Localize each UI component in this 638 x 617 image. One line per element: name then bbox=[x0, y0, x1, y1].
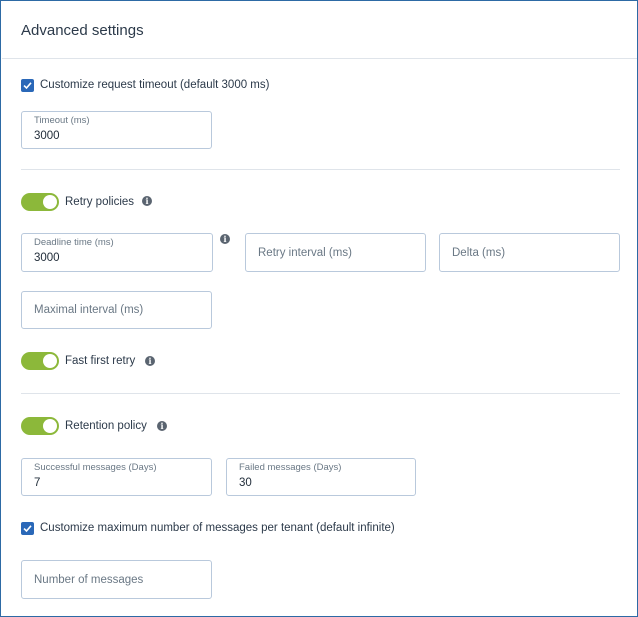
retention-policy-label: Retention policy bbox=[65, 420, 147, 432]
failed-messages-field-label: Failed messages (Days) bbox=[239, 462, 342, 473]
customize-max-messages-label: Customize maximum number of messages per… bbox=[40, 522, 395, 534]
retry-interval-field[interactable]: Retry interval (ms) bbox=[245, 233, 426, 272]
successful-messages-field[interactable]: Successful messages (Days) 7 bbox=[21, 458, 212, 496]
info-icon[interactable]: i bbox=[220, 234, 230, 244]
deadline-time-field[interactable]: Deadline time (ms) 3000 bbox=[21, 233, 213, 272]
info-icon[interactable]: i bbox=[145, 356, 155, 366]
retry-policies-label: Retry policies bbox=[65, 196, 135, 208]
timeout-field-value: 3000 bbox=[34, 130, 60, 142]
toggle-knob bbox=[43, 419, 57, 433]
maximal-interval-field[interactable]: Maximal interval (ms) bbox=[21, 291, 212, 329]
successful-messages-field-value: 7 bbox=[34, 477, 41, 489]
retention-policy-toggle[interactable] bbox=[21, 417, 59, 435]
checkmark-icon bbox=[23, 82, 32, 90]
successful-messages-field-label: Successful messages (Days) bbox=[34, 462, 157, 473]
number-of-messages-placeholder: Number of messages bbox=[34, 573, 144, 586]
info-icon[interactable]: i bbox=[142, 196, 152, 206]
retry-interval-placeholder: Retry interval (ms) bbox=[258, 246, 352, 259]
maximal-interval-placeholder: Maximal interval (ms) bbox=[34, 304, 144, 316]
fast-first-retry-toggle[interactable] bbox=[21, 352, 59, 370]
failed-messages-field[interactable]: Failed messages (Days) 30 bbox=[226, 458, 416, 496]
fast-first-retry-label: Fast first retry bbox=[65, 355, 136, 367]
info-icon[interactable]: i bbox=[157, 421, 167, 431]
toggle-knob bbox=[43, 195, 57, 209]
checkmark-icon bbox=[23, 525, 32, 533]
page-title: Advanced settings bbox=[21, 22, 144, 39]
customize-timeout-checkbox[interactable] bbox=[21, 79, 34, 92]
retry-policies-toggle[interactable] bbox=[21, 193, 59, 211]
divider bbox=[21, 169, 620, 170]
advanced-settings-panel: Advanced settings Customize request time… bbox=[0, 0, 638, 617]
timeout-field-label: Timeout (ms) bbox=[34, 115, 90, 126]
divider bbox=[21, 393, 620, 394]
delta-placeholder: Delta (ms) bbox=[452, 246, 506, 259]
panel-header: Advanced settings bbox=[2, 2, 637, 59]
number-of-messages-field[interactable]: Number of messages bbox=[21, 560, 212, 599]
customize-max-messages-checkbox[interactable] bbox=[21, 522, 34, 535]
customize-timeout-label: Customize request timeout (default 3000 … bbox=[40, 79, 270, 91]
delta-field[interactable]: Delta (ms) bbox=[439, 233, 620, 272]
toggle-knob bbox=[43, 354, 57, 368]
deadline-time-field-value: 3000 bbox=[34, 252, 60, 264]
timeout-field[interactable]: Timeout (ms) 3000 bbox=[21, 111, 212, 149]
failed-messages-field-value: 30 bbox=[239, 477, 252, 489]
deadline-time-field-label: Deadline time (ms) bbox=[34, 237, 114, 248]
